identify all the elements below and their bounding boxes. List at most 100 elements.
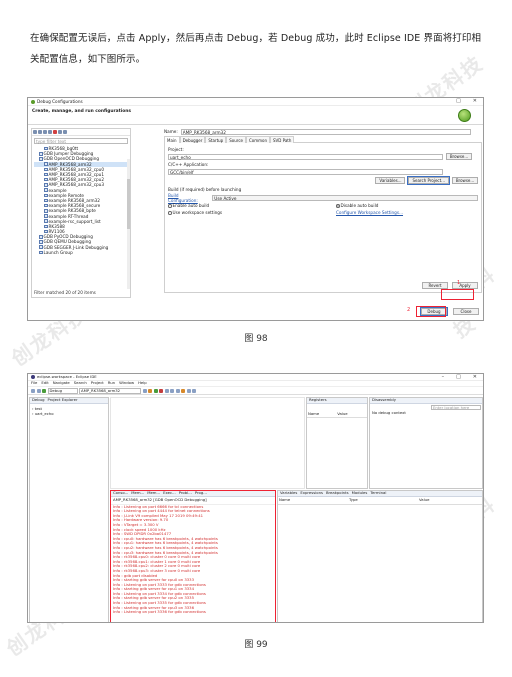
minimize-icon[interactable]: – xyxy=(442,374,445,380)
menu-project[interactable]: Project xyxy=(91,381,104,386)
filter-input[interactable]: type filter text xyxy=(34,138,128,144)
terminate-icon[interactable] xyxy=(159,388,163,393)
tab-debugger[interactable]: Debugger xyxy=(179,136,206,143)
resume-icon[interactable] xyxy=(153,388,158,393)
build-config-link[interactable]: Build Configuration: xyxy=(168,193,209,203)
enable-auto-build-radio[interactable]: Enable auto build xyxy=(168,203,333,208)
console-tab[interactable]: Prog... xyxy=(195,491,207,496)
gear-icon[interactable] xyxy=(142,388,147,393)
use-workspace-radio[interactable]: Use workspace settings xyxy=(168,210,333,215)
tab-expressions[interactable]: Expressions xyxy=(300,491,323,496)
debug-explorer-pane: Debug Project Explorer › test › uart_ech… xyxy=(29,397,109,622)
tab-terminal[interactable]: Terminal xyxy=(370,491,386,496)
variables-pane: Variables Expressions Breakpoints Modules Te… xyxy=(277,490,483,622)
menu-search[interactable]: Search xyxy=(74,381,87,386)
config-icon xyxy=(44,188,48,192)
tab-main[interactable]: Main xyxy=(164,136,180,143)
build-config-select[interactable]: Use Active xyxy=(212,194,478,201)
config-icon xyxy=(44,183,48,187)
tree-toolbar xyxy=(32,129,130,136)
new-proto-icon[interactable] xyxy=(38,130,42,134)
save-icon[interactable] xyxy=(36,388,41,393)
config-icon xyxy=(44,224,48,229)
tab-variables[interactable]: Variables xyxy=(280,491,297,496)
configure-workspace-link[interactable]: Configure Workspace Settings... xyxy=(336,210,403,215)
console-tab[interactable]: Exec... xyxy=(163,491,176,496)
nav-forward-icon[interactable] xyxy=(192,388,196,393)
console-tab[interactable]: Probl... xyxy=(179,491,192,496)
maximize-icon[interactable]: □ xyxy=(456,374,461,380)
debug-run-icon[interactable] xyxy=(42,388,46,393)
col-value: Value xyxy=(337,411,348,416)
ide-toolbar: Debug AMP_RK3568_arm32 xyxy=(28,387,483,395)
tab-modules[interactable]: Modules xyxy=(352,491,368,496)
config-icon xyxy=(39,240,43,244)
tab-common[interactable]: Common xyxy=(245,136,270,143)
menu-navigate[interactable]: Navigate xyxy=(53,381,70,386)
config-icon xyxy=(44,162,48,166)
close-icon[interactable]: ✕ xyxy=(473,374,477,380)
browse-app-button[interactable]: Browse... xyxy=(452,177,478,184)
delete-icon[interactable] xyxy=(53,130,57,134)
maximize-icon[interactable]: □ xyxy=(456,99,461,104)
new-icon[interactable] xyxy=(31,388,35,393)
config-icon xyxy=(44,229,48,234)
export-icon[interactable] xyxy=(43,130,47,134)
figure-98-caption: 图 98 xyxy=(244,334,268,344)
disassembly-pane: Disassembly Enter location here No debug… xyxy=(369,397,483,489)
menu-run[interactable]: Run xyxy=(108,381,115,386)
console-tab[interactable]: Conso... xyxy=(113,491,128,496)
collapse-icon[interactable] xyxy=(58,130,62,134)
new-config-icon[interactable] xyxy=(33,130,37,134)
location-input[interactable]: Enter location here xyxy=(431,405,481,410)
tree-scrollbar[interactable] xyxy=(127,159,130,289)
step-return-icon[interactable] xyxy=(175,388,180,393)
dialog-title: Debug Configurations xyxy=(37,99,83,104)
nav-back-icon[interactable] xyxy=(186,388,191,393)
apply-button[interactable]: Apply xyxy=(452,282,478,289)
menu-window[interactable]: Window xyxy=(119,381,134,386)
search-project-button[interactable]: Search Project... xyxy=(407,176,450,185)
config-tabs: Main Debugger Startup Source Common SVD Path xyxy=(164,136,482,143)
revert-button[interactable]: Revert xyxy=(422,282,448,289)
close-button[interactable]: Close xyxy=(453,308,479,315)
console-pane: Conso... Mem... Mem... Exec... Probl... Prog.… xyxy=(110,490,276,622)
application-field[interactable]: GCC/bin/elf xyxy=(168,168,443,175)
filter-icon[interactable] xyxy=(63,130,67,134)
step-1-marker: 1 xyxy=(457,280,461,286)
menu-help[interactable]: Help xyxy=(138,381,147,386)
launch-config-select[interactable]: AMP_RK3568_arm32 xyxy=(79,387,141,394)
config-icon xyxy=(44,193,48,198)
name-label: Name: xyxy=(164,129,178,134)
tab-project-explorer[interactable]: Project Explorer xyxy=(48,398,78,403)
menu-file[interactable]: File xyxy=(31,381,37,386)
config-tree-panel: type filter text RK3568_bg0tt GDB Jumper … xyxy=(31,128,131,298)
debug-bug-icon xyxy=(458,109,471,122)
console-output: Info : Listening on port 6666 for tcl co… xyxy=(111,504,275,615)
variables-button[interactable]: Variables... xyxy=(375,177,406,184)
launch-mode-select[interactable]: Debug xyxy=(47,387,78,394)
tab-debug[interactable]: Debug xyxy=(32,398,45,403)
menu-edit[interactable]: Edit xyxy=(41,381,48,386)
browse-project-button[interactable]: Browse... xyxy=(446,153,472,160)
use-workspace-label: Use workspace settings xyxy=(172,210,223,215)
console-tab[interactable]: Mem... xyxy=(131,491,144,496)
tab-svd-path[interactable]: SVD Path xyxy=(270,136,295,143)
close-icon[interactable]: ✕ xyxy=(473,99,477,104)
tab-source[interactable]: Source xyxy=(226,136,246,143)
disable-auto-build-radio[interactable]: Disable auto build xyxy=(336,203,378,208)
project-item-uart-echo[interactable]: › uart_echo xyxy=(32,410,106,417)
search-icon[interactable] xyxy=(181,388,185,393)
tab-startup[interactable]: Startup xyxy=(205,136,227,143)
project-name: uart_echo xyxy=(34,410,54,416)
project-field[interactable]: uart_echo xyxy=(168,153,443,160)
name-field[interactable]: AMP_RK3568_arm32 xyxy=(180,128,471,135)
tab-breakpoints[interactable]: Breakpoints xyxy=(326,491,349,496)
duplicate-icon[interactable] xyxy=(48,130,52,134)
build-icon[interactable] xyxy=(148,388,152,393)
config-icon xyxy=(44,203,48,208)
step-over-icon[interactable] xyxy=(170,388,174,393)
console-tab[interactable]: Mem... xyxy=(147,491,160,496)
tree-item[interactable]: Launch Group xyxy=(34,250,130,255)
step-into-icon[interactable] xyxy=(164,388,169,393)
